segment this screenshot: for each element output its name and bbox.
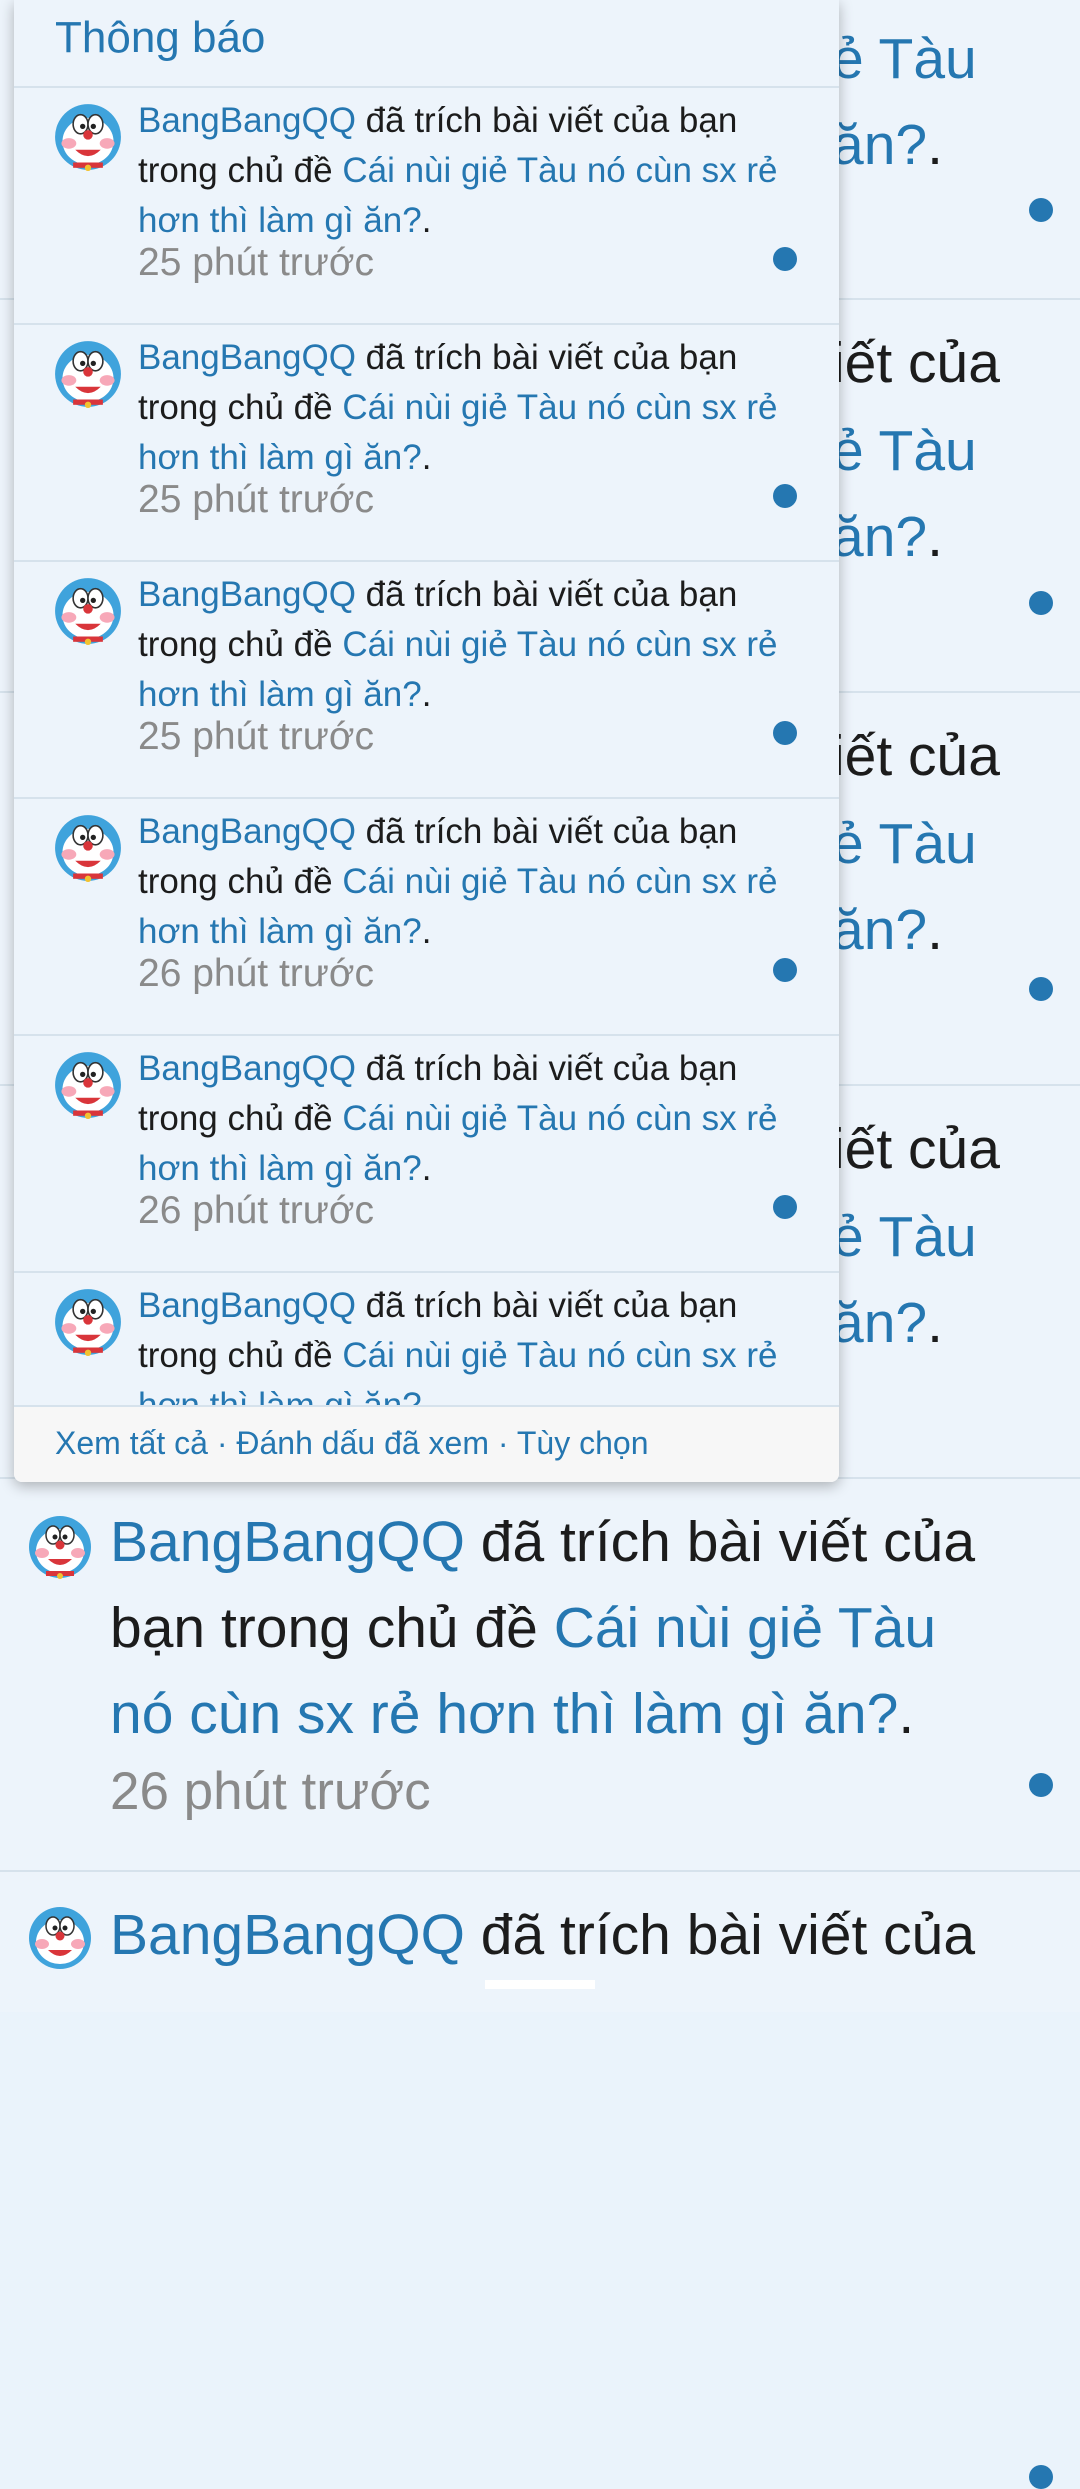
notification-message: BangBangQQ đã trích bài viết của bạn tro… xyxy=(138,1049,778,1188)
unread-dot xyxy=(1029,198,1053,222)
popup-footer: Xem tất cả · Đánh dấu đã xem · Tùy chọn xyxy=(14,1405,839,1482)
notification-item[interactable]: BangBangQQ đã trích bài viết của bạn tro… xyxy=(14,1036,839,1273)
user-link[interactable]: BangBangQQ xyxy=(138,1049,356,1088)
notification-item[interactable]: BangBangQQ đã trích bài viết của bạn tro… xyxy=(14,1273,839,1405)
feed-item-time: 26 phút trước xyxy=(110,1762,431,1821)
avatar xyxy=(55,1052,121,1119)
notification-time: 26 phút trước xyxy=(138,1189,374,1232)
notification-message: BangBangQQ đã trích bài viết của bạn tro… xyxy=(138,101,778,240)
avatar xyxy=(29,1516,91,1579)
feed-user-link[interactable]: BangBangQQ xyxy=(110,1903,465,1967)
notification-list[interactable]: BangBangQQ đã trích bài viết của bạn tro… xyxy=(14,88,839,1405)
notification-item[interactable]: BangBangQQ đã trích bài viết của bạn tro… xyxy=(14,562,839,799)
unread-dot xyxy=(1029,977,1053,1001)
notification-message: BangBangQQ đã trích bài viết của bạn tro… xyxy=(138,1281,778,1405)
options-link[interactable]: Tùy chọn xyxy=(517,1425,649,1461)
unread-dot xyxy=(1029,591,1053,615)
notification-time: 25 phút trước xyxy=(138,241,374,284)
unread-dot[interactable] xyxy=(773,484,797,508)
notification-item[interactable]: BangBangQQ đã trích bài viết của bạn tro… xyxy=(14,325,839,562)
peek-thread-tail: ẻ Tàu xyxy=(832,27,977,91)
user-link[interactable]: BangBangQQ xyxy=(138,812,356,851)
avatar xyxy=(55,815,121,882)
notification-time: 26 phút trước xyxy=(138,952,374,995)
notification-message: BangBangQQ đã trích bài viết của bạn tro… xyxy=(138,575,778,714)
mark-read-link[interactable]: Đánh dấu đã xem xyxy=(236,1425,489,1461)
notifications-popup: Thông báo BangBangQQ đã trích bài viết c… xyxy=(14,0,839,1482)
notification-time: 25 phút trước xyxy=(138,478,374,521)
avatar xyxy=(55,104,121,171)
peek-question-tail: ăn? xyxy=(832,113,928,177)
user-link[interactable]: BangBangQQ xyxy=(138,575,356,614)
unread-dot[interactable] xyxy=(773,247,797,271)
avatar xyxy=(55,578,121,645)
avatar xyxy=(55,341,121,408)
feed-thread-link[interactable]: Cái nùi giẻ Tàu xyxy=(554,1596,936,1660)
avatar xyxy=(29,1907,91,1969)
unread-dot[interactable] xyxy=(773,1195,797,1219)
feed-item[interactable]: BangBangQQ đã trích bài viết của xyxy=(0,1872,1080,2012)
notification-item[interactable]: BangBangQQ đã trích bài viết của bạn tro… xyxy=(14,88,839,325)
notification-message: BangBangQQ đã trích bài viết của bạn tro… xyxy=(138,812,778,951)
notification-item[interactable]: BangBangQQ đã trích bài viết của bạn tro… xyxy=(14,799,839,1036)
feed-user-link[interactable]: BangBangQQ xyxy=(110,1510,465,1574)
unread-dot xyxy=(1029,1773,1053,1797)
popup-title: Thông báo xyxy=(14,0,839,88)
bottom-handle xyxy=(485,1980,595,1989)
notification-time: 25 phút trước xyxy=(138,715,374,758)
notification-message: BangBangQQ đã trích bài viết của bạn tro… xyxy=(138,338,778,477)
feed-item-message: BangBangQQ đã trích bài viết của bạn tro… xyxy=(110,1510,976,1746)
unread-dot[interactable] xyxy=(773,721,797,745)
feed-item[interactable]: BangBangQQ đã trích bài viết của bạn tro… xyxy=(0,1479,1080,1872)
user-link[interactable]: BangBangQQ xyxy=(138,338,356,377)
view-all-link[interactable]: Xem tất cả xyxy=(55,1425,208,1461)
peek-action-tail: iết của xyxy=(832,331,1000,395)
unread-dot xyxy=(1029,2465,1053,2489)
user-link[interactable]: BangBangQQ xyxy=(138,1286,356,1325)
unread-dot[interactable] xyxy=(773,958,797,982)
user-link[interactable]: BangBangQQ xyxy=(138,101,356,140)
avatar xyxy=(55,1289,121,1356)
